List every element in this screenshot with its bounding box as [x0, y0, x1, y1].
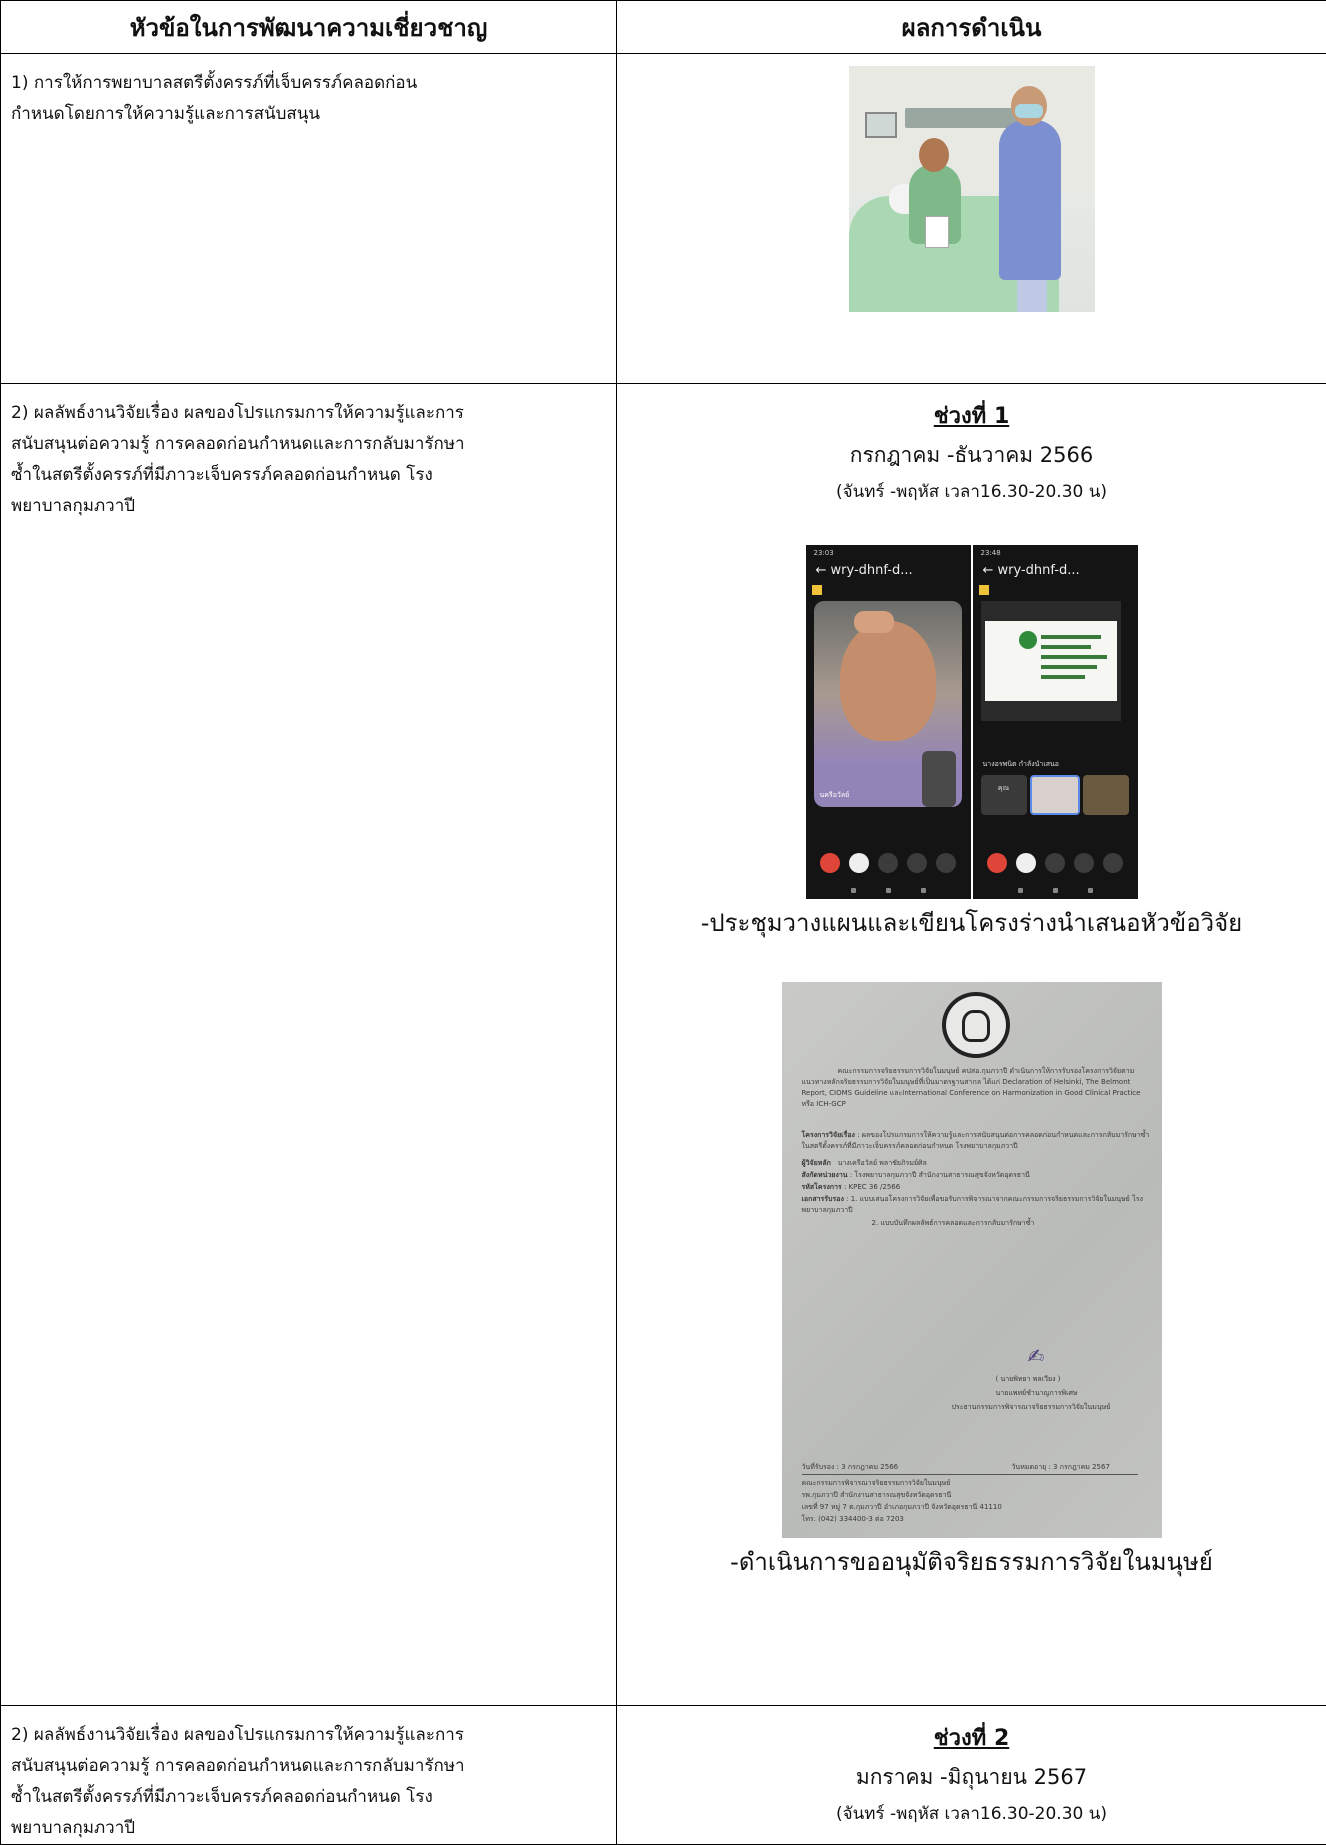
meeting-title: ← wry-dhnf-d...: [983, 563, 1080, 578]
meeting-icon: [812, 585, 822, 595]
camera-off-icon: [849, 853, 869, 873]
cert-affiliation: สังกัดหน่วยงาน : โรงพยาบาลกุมภวาปี สำนัก…: [802, 1170, 1150, 1181]
cert-expires: วันหมดอายุ : 3 กรกฎาคม 2567: [1012, 1462, 1150, 1473]
result-cell: [617, 54, 1326, 384]
meeting-title: ← wry-dhnf-d...: [816, 563, 913, 578]
report-table: หัวข้อในการพัฒนาความเชี่ยวชาญ ผลการดำเนิ…: [0, 0, 1326, 1845]
topic-cell: 1) การให้การพยาบาลสตรีตั้งครรภ์ที่เจ็บคร…: [1, 54, 617, 384]
result-cell: ช่วงที่ 2 มกราคม -มิถุนายน 2567 (จันทร์ …: [617, 1706, 1326, 1845]
cert-signer-role: ประธานกรรมการพิจารณาจริยธรรมการวิจัยในมน…: [952, 1402, 1150, 1413]
meeting-icon: [979, 585, 989, 595]
mic-icon: [878, 853, 898, 873]
phone-screenshot-left: 23:03 ← wry-dhnf-d... นครีอวัลย์: [806, 545, 971, 899]
table-row: 2) ผลลัพธ์งานวิจัยเรื่อง ผลของโปรแกรมการ…: [1, 384, 1326, 1706]
raise-hand-icon: [1074, 853, 1094, 873]
cert-footer-2: รพ.กุมภวาปี สำนักงานสาธารณสุขจังหวัดอุดร…: [802, 1490, 1150, 1501]
participant-name: นครีอวัลย์: [820, 790, 850, 801]
result-cell: ช่วงที่ 1 กรกฎาคม -ธันวาคม 2566 (จันทร์ …: [617, 384, 1326, 1706]
raise-hand-icon: [907, 853, 927, 873]
end-call-icon: [987, 853, 1007, 873]
cert-signer: ( นายพิทยา พลเวียง ): [996, 1374, 1150, 1385]
header-topic: หัวข้อในการพัฒนาความเชี่ยวชาญ: [1, 1, 617, 54]
caption-meeting: -ประชุมวางแผนและเขียนโครงร่างนำเสนอหัวข้…: [617, 903, 1326, 942]
end-call-icon: [820, 853, 840, 873]
phone-time: 23:48: [981, 549, 1130, 559]
period-heading: ช่วงที่ 1: [617, 398, 1326, 433]
caption-ethics: -ดำเนินการขออนุมัติจริยธรรมการวิจัยในมนุ…: [617, 1542, 1326, 1581]
period-dates: มกราคม -มิถุนายน 2567: [617, 1761, 1326, 1794]
period-time: (จันทร์ -พฤหัส เวลา16.30-20.30 น): [617, 1800, 1326, 1827]
call-controls: [806, 853, 971, 873]
phone-time: 23:03: [814, 549, 963, 559]
ministry-seal-icon: [942, 992, 1010, 1058]
meeting-screenshots: 23:03 ← wry-dhnf-d... นครีอวัลย์: [806, 545, 1138, 899]
video-feed: นครีอวัลย์: [814, 601, 962, 807]
cert-researcher: ผู้วิจัยหลัก นางเครือวัลย์ พลาชัยภิรมย์ศ…: [802, 1158, 1150, 1169]
table-row: 1) การให้การพยาบาลสตรีตั้งครรภ์ที่เจ็บคร…: [1, 54, 1326, 384]
period-time: (จันทร์ -พฤหัส เวลา16.30-20.30 น): [617, 478, 1326, 505]
camera-off-icon: [1016, 853, 1036, 873]
cert-docs: เอกสารรับรอง : 1. แบบเสนอโครงการวิจัยเพื…: [802, 1194, 1150, 1216]
topic-text: 2) ผลลัพธ์งานวิจัยเรื่อง ผลของโปรแกรมการ…: [11, 1720, 471, 1844]
topic-cell: 2) ผลลัพธ์งานวิจัยเรื่อง ผลของโปรแกรมการ…: [1, 1706, 617, 1845]
ethics-certificate-photo: คณะกรรมการจริยธรรมการวิจัยในมนุษย์ คปสอ.…: [782, 982, 1162, 1538]
cert-footer-4: โทร. (042) 334400-3 ต่อ 7203: [802, 1514, 1150, 1525]
shared-slide: [981, 601, 1121, 721]
phone-screenshot-right: 23:48 ← wry-dhnf-d... นางอรพนิต: [973, 545, 1138, 899]
topic-cell: 2) ผลลัพธ์งานวิจัยเรื่อง ผลของโปรแกรมการ…: [1, 384, 617, 1706]
participant-tiles: คุณ: [981, 775, 1129, 815]
table-row: 2) ผลลัพธ์งานวิจัยเรื่อง ผลของโปรแกรมการ…: [1, 1706, 1326, 1845]
cert-project: โครงการวิจัยเรื่อง : ผลของโปรแกรมการให้ค…: [802, 1130, 1150, 1152]
presenting-label: นางอรพนิต กำลังนำเสนอ: [983, 759, 1060, 770]
header-result: ผลการดำเนิน: [617, 1, 1326, 54]
cert-footer-3: เลขที่ 97 หมู่ 7 ต.กุมภวาปี อำเภอกุมภวาป…: [802, 1502, 1150, 1513]
tile: คุณ: [981, 775, 1027, 815]
tile: [1083, 775, 1129, 815]
topic-text: 1) การให้การพยาบาลสตรีตั้งครรภ์ที่เจ็บคร…: [11, 68, 451, 130]
tile: [1030, 775, 1080, 815]
signature: ✍: [1028, 1344, 1045, 1368]
more-icon: [936, 853, 956, 873]
mic-icon: [1045, 853, 1065, 873]
call-controls: [973, 853, 1138, 873]
cert-docs-2: 2. แบบบันทึกผลลัพธ์การคลอดและการกลับมารั…: [872, 1218, 1150, 1229]
cert-code: รหัสโครงการ : KPEC 36 /2566: [802, 1182, 1150, 1193]
table-header-row: หัวข้อในการพัฒนาความเชี่ยวชาญ ผลการดำเนิ…: [1, 1, 1326, 54]
period-heading: ช่วงที่ 2: [617, 1720, 1326, 1755]
more-icon: [1103, 853, 1123, 873]
topic-text: 2) ผลลัพธ์งานวิจัยเรื่อง ผลของโปรแกรมการ…: [11, 398, 471, 522]
period-dates: กรกฎาคม -ธันวาคม 2566: [617, 439, 1326, 472]
nurse-patient-photo: [849, 66, 1095, 312]
cert-signer-title: นายแพทย์ชำนาญการพิเศษ: [996, 1388, 1150, 1399]
cert-intro: คณะกรรมการจริยธรรมการวิจัยในมนุษย์ คปสอ.…: [802, 1066, 1150, 1110]
cert-footer-1: คณะกรรมการพิจารณาจริยธรรมการวิจัยในมนุษย…: [802, 1478, 1150, 1489]
